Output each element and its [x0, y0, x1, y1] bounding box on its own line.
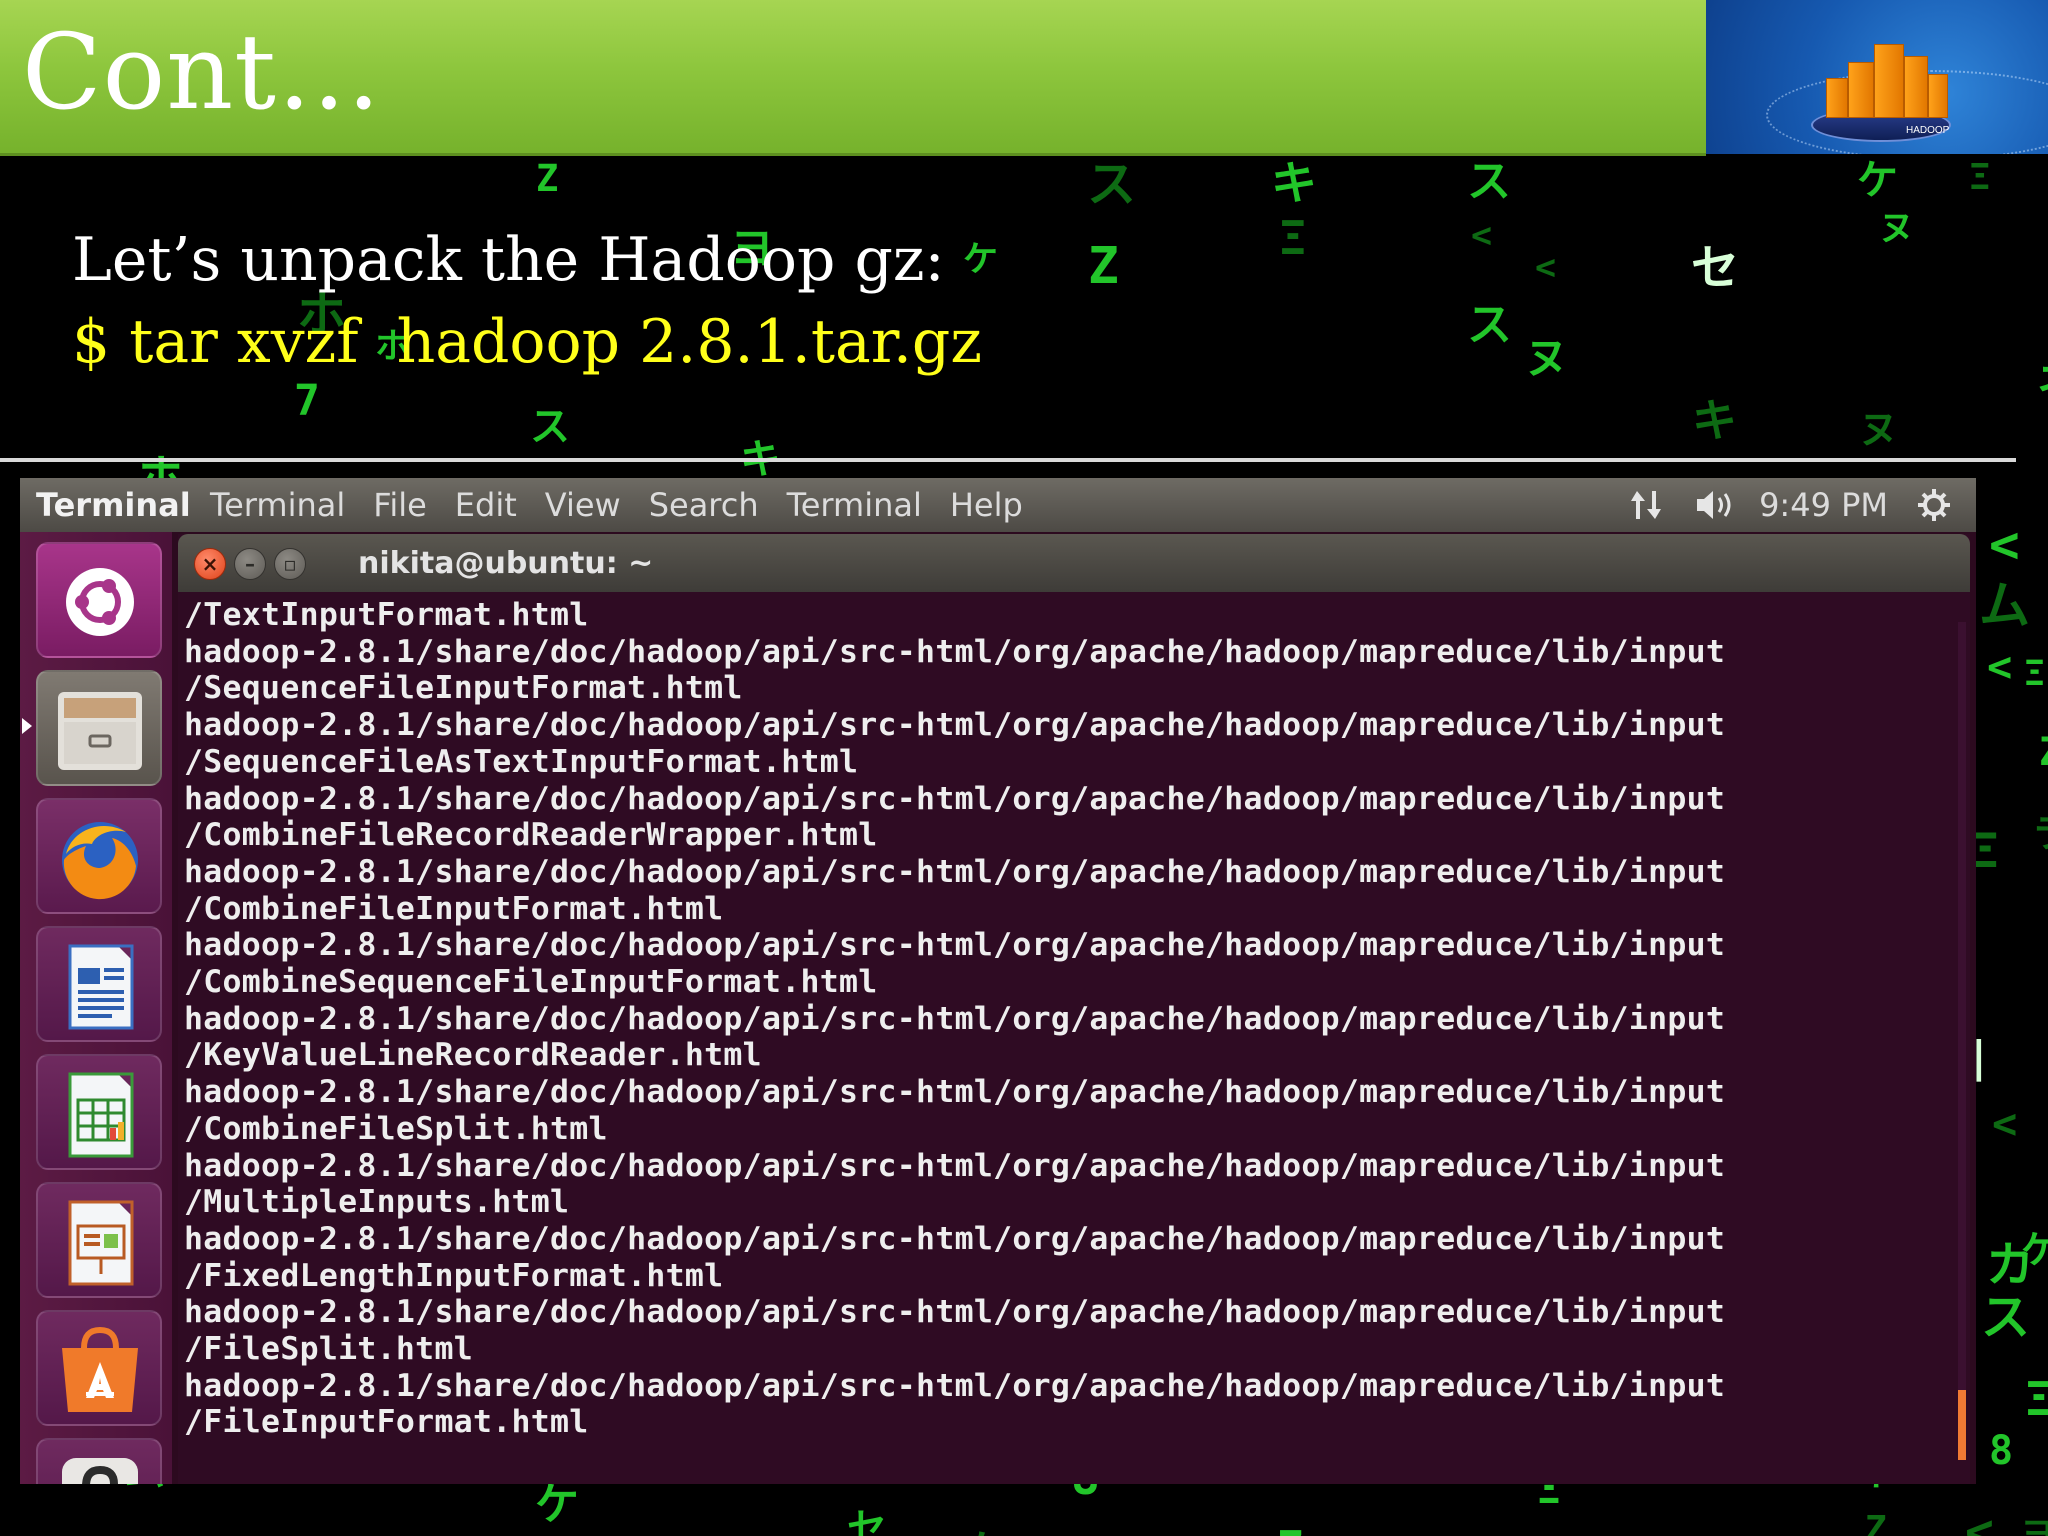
- terminal-output-line: /CombineFileInputFormat.html: [184, 890, 724, 927]
- minimize-button[interactable]: –: [234, 548, 266, 580]
- close-button[interactable]: ×: [194, 548, 226, 580]
- firefox-icon[interactable]: [36, 798, 162, 914]
- terminal-output-line: /SequenceFileAsTextInputFormat.html: [184, 743, 859, 780]
- terminal-output-line: /SequenceFileInputFormat.html: [184, 670, 743, 707]
- menu-terminal[interactable]: Terminal: [196, 486, 359, 524]
- terminal-output-line: hadoop-2.8.1/share/doc/hadoop/api/src-ht…: [184, 1294, 1726, 1331]
- libreoffice-calc-icon[interactable]: [36, 1054, 162, 1170]
- terminal-output-line: hadoop-2.8.1/share/doc/hadoop/api/src-ht…: [184, 1220, 1726, 1257]
- terminal-titlebar[interactable]: × – ▫ nikita@ubuntu: ~: [178, 534, 1970, 592]
- ubuntu-screenshot: Terminal Terminal File Edit View Search …: [20, 478, 1976, 1484]
- instruction-text: Let’s unpack the Hadoop gz:: [72, 225, 945, 295]
- menu-terminal-2[interactable]: Terminal: [773, 486, 936, 524]
- slide-title: Cont…: [22, 11, 382, 133]
- libreoffice-writer-icon[interactable]: [36, 926, 162, 1042]
- terminal-output-line: hadoop-2.8.1/share/doc/hadoop/api/src-ht…: [184, 1000, 1726, 1037]
- top-panel: Terminal Terminal File Edit View Search …: [20, 478, 1976, 532]
- ubuntu-dash-icon[interactable]: [36, 542, 162, 658]
- network-icon[interactable]: [1627, 487, 1667, 523]
- menu-file[interactable]: File: [359, 486, 441, 524]
- maximize-icon: ▫: [283, 552, 297, 576]
- clock[interactable]: 9:49 PM: [1759, 486, 1888, 524]
- terminal-output-line: hadoop-2.8.1/share/doc/hadoop/api/src-ht…: [184, 633, 1726, 670]
- slide-title-bar: Cont…: [0, 0, 1706, 156]
- volume-icon[interactable]: [1693, 487, 1733, 523]
- terminal-output-line: hadoop-2.8.1/share/doc/hadoop/api/src-ht…: [184, 780, 1726, 817]
- terminal-output-line: hadoop-2.8.1/share/doc/hadoop/api/src-ht…: [184, 853, 1726, 890]
- menu-help[interactable]: Help: [936, 486, 1037, 524]
- menu-edit[interactable]: Edit: [441, 486, 531, 524]
- terminal-output[interactable]: /TextInputFormat.html hadoop-2.8.1/share/…: [178, 592, 1970, 1484]
- libreoffice-impress-icon[interactable]: [36, 1182, 162, 1298]
- software-center-icon[interactable]: [36, 1310, 162, 1426]
- scrollbar[interactable]: [1958, 622, 1966, 1460]
- terminal-output-line: hadoop-2.8.1/share/doc/hadoop/api/src-ht…: [184, 707, 1726, 744]
- scrollbar-thumb[interactable]: [1958, 1390, 1966, 1460]
- terminal-output-line: /CombineSequenceFileInputFormat.html: [184, 964, 878, 1000]
- terminal-output-line: hadoop-2.8.1/share/doc/hadoop/api/src-ht…: [184, 1367, 1726, 1404]
- minimize-icon: –: [245, 552, 255, 576]
- terminal-output-line: /KeyValueLineRecordReader.html: [184, 1037, 762, 1074]
- terminal-output-line: /FixedLengthInputFormat.html: [184, 1257, 724, 1294]
- files-icon[interactable]: [36, 670, 162, 786]
- indicator-area: 9:49 PM: [1627, 486, 1954, 524]
- maximize-button[interactable]: ▫: [274, 548, 306, 580]
- active-app-name: Terminal: [36, 486, 191, 524]
- terminal-output-line: hadoop-2.8.1/share/doc/hadoop/api/src-ht…: [184, 927, 1726, 964]
- terminal-output-line: /FileInputFormat.html: [184, 1404, 589, 1441]
- terminal-output-line: /TextInputFormat.html: [184, 597, 589, 633]
- terminal-output-line: hadoop-2.8.1/share/doc/hadoop/api/src-ht…: [184, 1074, 1726, 1111]
- terminal-output-line: /CombineFileSplit.html: [184, 1110, 608, 1147]
- launcher: [20, 532, 172, 1484]
- terminal-output-line: /FileSplit.html: [184, 1331, 473, 1367]
- logo-label: HADOOP: [1906, 125, 1950, 136]
- menubar: Terminal File Edit View Search Terminal …: [196, 486, 1037, 524]
- command-text: $ tar xvzf hadoop 2.8.1.tar.gz: [72, 307, 982, 377]
- terminal-output-line: /MultipleInputs.html: [184, 1184, 570, 1221]
- close-icon: ×: [201, 552, 219, 576]
- menu-view[interactable]: View: [531, 486, 635, 524]
- settings-gear-icon[interactable]: [1914, 487, 1954, 523]
- terminal-output-line: /CombineFileRecordReaderWrapper.html: [184, 817, 878, 854]
- divider: [0, 458, 2016, 462]
- help-icon[interactable]: [36, 1438, 162, 1484]
- terminal-output-line: hadoop-2.8.1/share/doc/hadoop/api/src-ht…: [184, 1147, 1726, 1184]
- hadoop-logo-icon: HADOOP: [1706, 0, 2048, 154]
- menu-search[interactable]: Search: [635, 486, 773, 524]
- terminal-window[interactable]: × – ▫ nikita@ubuntu: ~ /TextInputFormat.…: [178, 534, 1970, 1484]
- terminal-title: nikita@ubuntu: ~: [358, 546, 654, 581]
- running-indicator: [22, 718, 32, 734]
